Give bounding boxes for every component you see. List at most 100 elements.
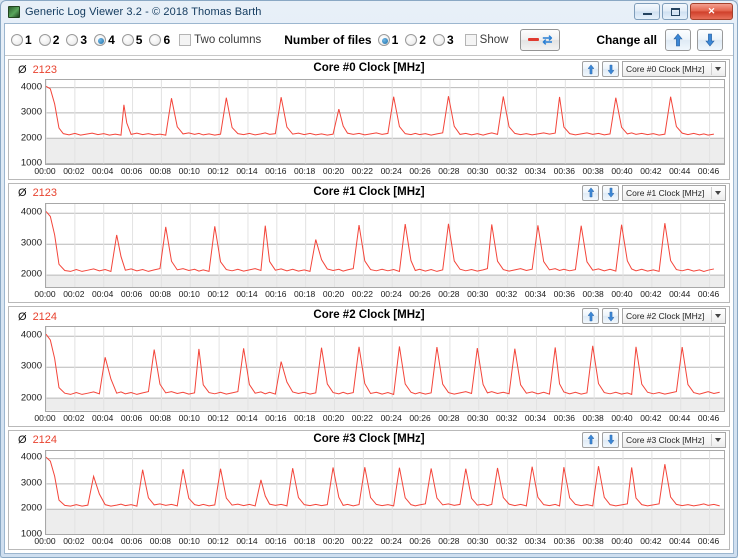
x-tick-label: 00:46: [697, 412, 720, 423]
toolbar: 1 2 3 4 5 6 Two columns Number of files 1 2 3 S…: [5, 24, 733, 56]
plot-area-3[interactable]: [45, 449, 725, 535]
chart-panel-header-0: Ø 2123 Core #0 Clock [MHz] Core #0 Clock [M…: [9, 60, 729, 79]
x-tick-label: 00:22: [351, 412, 373, 423]
x-tick-label: 00:36: [553, 165, 575, 176]
y-tick-label: 4000: [20, 451, 42, 463]
maximize-button[interactable]: [662, 3, 688, 20]
chart-count-4[interactable]: 4: [94, 33, 115, 47]
file-count-1[interactable]: 1: [377, 33, 398, 47]
chart-count-label-3: 3: [80, 32, 88, 47]
y-tick-label: 3000: [20, 237, 42, 249]
x-tick-labels-2: 00:00 00:02 00:04 00:06 00:08 00:10 00:12 00:14…: [34, 412, 725, 426]
file-count-2[interactable]: 2: [405, 33, 426, 47]
x-tick-label: 00:34: [524, 412, 547, 423]
show-checkbox-row[interactable]: Show: [464, 33, 508, 46]
number-of-files-label: Number of files: [284, 32, 372, 47]
series-line: [46, 210, 715, 272]
x-tick-label: 00:30: [467, 289, 489, 299]
panel-down-button-3[interactable]: [602, 431, 619, 448]
chart-count-label-1: 1: [25, 32, 32, 47]
file-count-radio-2[interactable]: [405, 33, 418, 46]
two-columns-checkbox[interactable]: [179, 33, 192, 46]
average-symbol-3: Ø: [18, 434, 27, 446]
series-line: [46, 456, 720, 507]
low-band: [46, 508, 724, 534]
x-tick-label: 00:02: [63, 289, 85, 299]
chart-count-radio-2[interactable]: [38, 33, 51, 46]
chart-count-1[interactable]: 1: [11, 33, 32, 47]
x-tick-label: 00:22: [351, 536, 373, 546]
change-all-down-button[interactable]: [697, 28, 723, 51]
x-tick-label: 00:18: [294, 536, 316, 546]
file-count-3[interactable]: 3: [432, 33, 454, 47]
panel-down-button-2[interactable]: [602, 308, 619, 324]
chevron-down-icon[interactable]: [711, 433, 724, 446]
x-tick-label: 00:42: [640, 289, 662, 299]
plot-area-2[interactable]: [45, 326, 725, 412]
panel-down-button-1[interactable]: [602, 184, 619, 201]
window-title: Generic Log Viewer 3.2 - © 2018 Thomas B…: [25, 6, 262, 18]
chevron-down-icon[interactable]: [711, 63, 724, 75]
y-axis-1: 4000 3000 2000: [11, 203, 45, 289]
arrow-up-icon: [673, 33, 683, 46]
panel-up-button-2[interactable]: [582, 308, 599, 324]
chart-panel-header-1: Ø 2123 Core #1 Clock [MHz] Core #1 Clock [M…: [9, 184, 729, 203]
chart-svg-1: [46, 203, 724, 287]
series-select-3[interactable]: Core #3 Clock [MHz]: [622, 431, 726, 448]
panel-up-button-1[interactable]: [582, 184, 599, 201]
plot-wrapper-1: 4000 3000 2000: [9, 202, 729, 290]
file-count-radio-3[interactable]: [432, 33, 445, 46]
chart-count-radio-4[interactable]: [94, 33, 107, 46]
chart-panel-tools-1: Core #1 Clock [MHz]: [582, 184, 726, 201]
x-tick-label: 00:04: [92, 165, 114, 176]
x-tick-label: 00:10: [178, 536, 200, 546]
x-tick-label: 00:12: [207, 412, 229, 423]
y-axis-0: 4000 3000 2000 1000: [11, 79, 45, 168]
app-window: Generic Log Viewer 3.2 - © 2018 Thomas B…: [0, 0, 738, 558]
chart-count-radio-5[interactable]: [121, 33, 134, 46]
close-button[interactable]: ✕: [690, 3, 733, 20]
chart-count-5[interactable]: 5: [121, 32, 143, 47]
file-count-radio-1[interactable]: [377, 33, 390, 46]
series-select-0[interactable]: Core #0 Clock [MHz]: [622, 61, 726, 77]
two-columns-checkbox-row[interactable]: Two columns: [179, 33, 261, 46]
x-tick-label: 00:18: [294, 165, 316, 176]
x-tick-label: 00:38: [582, 165, 604, 176]
chart-panel-tools-2: Core #2 Clock [MHz]: [582, 308, 726, 324]
minimize-icon: [642, 13, 652, 15]
change-all-up-button[interactable]: [665, 28, 691, 51]
minimize-button[interactable]: [634, 3, 660, 20]
chevron-down-icon[interactable]: [711, 310, 724, 322]
average-value-3: 2124: [32, 434, 58, 446]
series-select-1[interactable]: Core #1 Clock [MHz]: [622, 184, 726, 201]
x-tick-label: 00:42: [640, 165, 662, 176]
plot-area-0[interactable]: [45, 79, 725, 165]
plot-wrapper-3: 4000 3000 2000 1000: [9, 449, 729, 539]
file-count-radio-group: 1 2 3: [377, 33, 461, 47]
x-tick-label: 00:24: [380, 412, 402, 423]
x-tick-labels-1: 00:00 00:02 00:04 00:06 00:08 00:10 00:12 00:14…: [34, 289, 725, 302]
chart-count-radio-3[interactable]: [66, 33, 79, 46]
y-tick-label: 4000: [20, 206, 42, 218]
x-tick-label: 00:44: [669, 165, 691, 176]
series-select-2[interactable]: Core #2 Clock [MHz]: [622, 308, 726, 324]
x-axis-1: 00:00 00:02 00:04 00:06 00:08 00:10 00:12 00:14…: [9, 289, 729, 302]
chart-count-2[interactable]: 2: [38, 33, 59, 47]
panel-down-button-0[interactable]: [602, 61, 619, 77]
chart-count-6[interactable]: 6: [149, 33, 170, 47]
x-tick-label: 00:12: [207, 289, 229, 299]
panel-up-button-3[interactable]: [582, 431, 599, 448]
chart-count-radio-6[interactable]: [149, 33, 162, 46]
x-tick-label: 00:00: [34, 165, 56, 176]
legend-toggle-button[interactable]: ⇄: [520, 28, 561, 51]
x-tick-label: 00:02: [63, 536, 85, 546]
plot-area-1[interactable]: [45, 202, 725, 288]
chart-count-radio-1[interactable]: [11, 33, 23, 46]
x-tick-label: 00:26: [409, 412, 431, 423]
chart-count-label-5: 5: [135, 32, 143, 47]
panel-up-button-0[interactable]: [582, 61, 599, 77]
x-tick-label: 00:06: [120, 289, 143, 299]
chevron-down-icon[interactable]: [711, 186, 724, 199]
chart-count-3[interactable]: 3: [66, 33, 87, 47]
show-checkbox[interactable]: [464, 33, 477, 46]
